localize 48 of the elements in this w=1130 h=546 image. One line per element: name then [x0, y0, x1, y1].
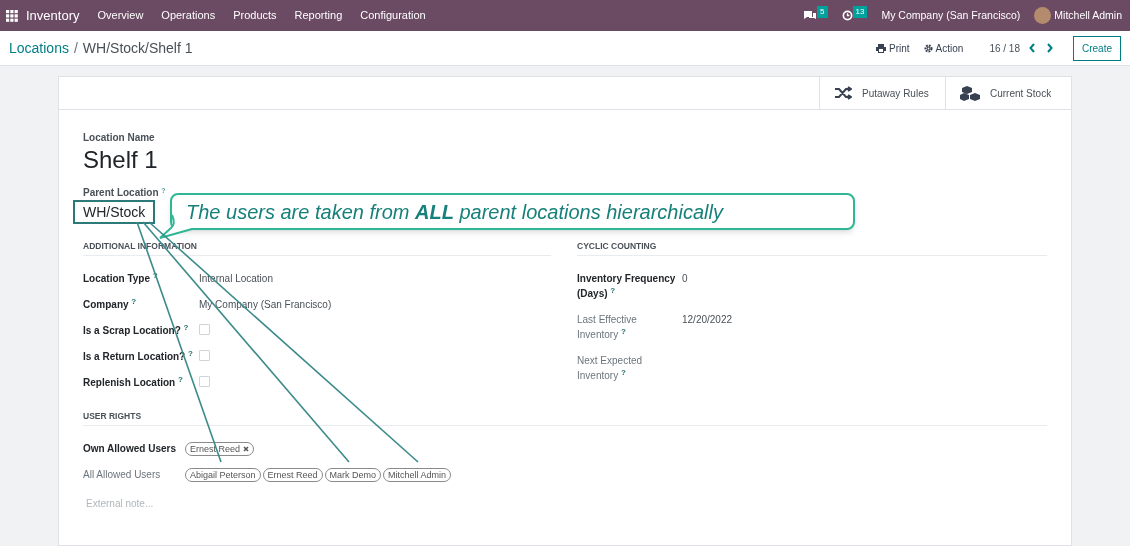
menu-item[interactable]: Products — [233, 7, 277, 24]
parent-location-value[interactable]: WH/Stock — [73, 200, 156, 224]
menu-item[interactable]: Reporting — [294, 7, 343, 24]
field-label: Parent Location $^{?}$ — [83, 185, 167, 200]
pager-value[interactable]: 16 / 18 — [989, 40, 1020, 56]
section-title: USER RIGHTS — [83, 409, 1047, 426]
avatar[interactable] — [1034, 7, 1052, 24]
remove-icon[interactable] — [243, 445, 250, 452]
checkbox[interactable] — [199, 349, 210, 361]
field-label: Inventory Frequency (Days) $^{?}$ — [577, 271, 677, 301]
user-menu[interactable]: Mitchell Admin — [1054, 7, 1122, 24]
app-name[interactable]: Inventory — [26, 5, 80, 26]
breadcrumb-separator: / — [73, 38, 78, 58]
print-button[interactable]: Print — [876, 40, 910, 56]
action-button[interactable]: Action — [923, 40, 964, 56]
field-label: Replenish Location $^{?}$ — [83, 373, 184, 390]
cubes-icon — [960, 85, 980, 101]
message-count-badge: 5 — [817, 5, 828, 18]
checkbox[interactable] — [199, 375, 210, 387]
smart-button[interactable]: Putaway Rules — [819, 77, 945, 109]
activity-count-badge: 13 — [852, 5, 868, 18]
field-value[interactable]: 0 — [682, 265, 688, 306]
next-icon[interactable] — [1046, 43, 1053, 53]
shuffle-icon — [834, 86, 852, 100]
print-icon — [876, 43, 887, 53]
location-name-value[interactable]: Shelf 1 — [83, 145, 1047, 175]
field-label: Company $^{?}$ — [83, 295, 138, 312]
checkbox[interactable] — [199, 323, 210, 335]
breadcrumb-current: WH/Stock/Shelf 1 — [82, 38, 193, 58]
apps-menu-icon[interactable] — [6, 9, 18, 22]
menu-item[interactable]: Operations — [161, 7, 216, 24]
field-value[interactable]: 12/20/2022 — [682, 306, 733, 347]
menu-item[interactable]: Overview — [97, 7, 144, 24]
chat-icon[interactable] — [803, 9, 818, 22]
create-button[interactable]: Create — [1073, 35, 1121, 61]
field-label: Own Allowed Users — [83, 442, 177, 456]
clock-icon[interactable] — [841, 10, 853, 21]
field-label: Location Name — [83, 131, 156, 145]
field-label: Last Effective Inventory $^{?}$ — [577, 312, 638, 342]
breadcrumb-link[interactable]: Locations — [9, 37, 69, 59]
section-title: CYCLIC COUNTING — [577, 240, 1047, 256]
previous-icon[interactable] — [1029, 43, 1036, 53]
gear-icon — [923, 43, 933, 53]
field-label: Next Expected Inventory $^{?}$ — [577, 353, 644, 383]
company-switcher[interactable]: My Company (San Francisco) — [881, 7, 1021, 24]
menu-item[interactable]: Configuration — [360, 7, 426, 24]
smart-button[interactable]: Current Stock — [945, 77, 1071, 109]
field-label: All Allowed Users — [83, 468, 162, 482]
